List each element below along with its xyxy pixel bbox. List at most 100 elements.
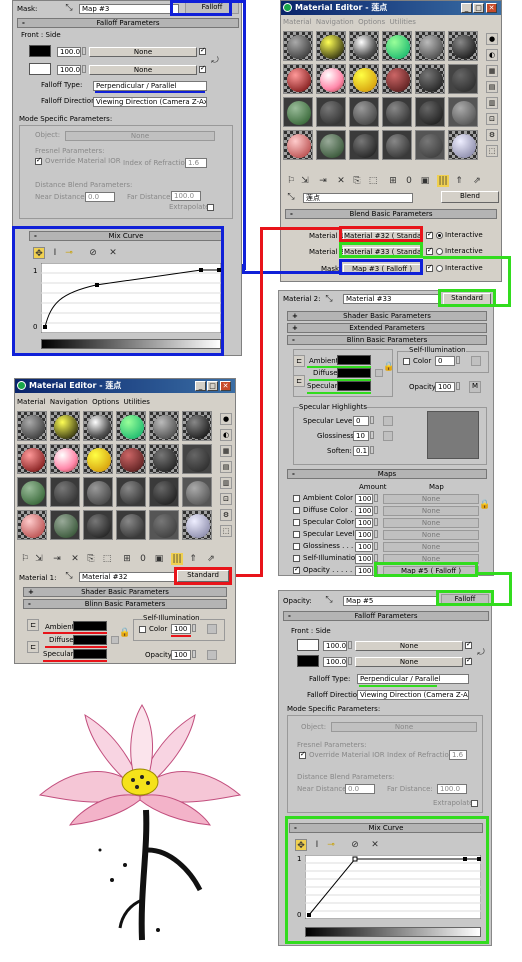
sample-slot[interactable] [382,31,412,61]
sample-slot[interactable] [349,64,379,94]
go-sibling-icon[interactable]: ⇗ [471,175,483,187]
shader-basic-header[interactable]: + Shader Basic Parameters [287,311,487,321]
video-color-icon[interactable]: ▥ [486,97,498,109]
self-illum-spinner[interactable] [456,356,460,364]
self-illum-map-button[interactable] [471,356,481,366]
make-unique-icon[interactable]: ⬚ [367,175,379,187]
material-id-icon[interactable]: 0 [137,553,149,565]
sample-slot[interactable] [83,411,113,441]
front-color-swatch[interactable] [297,639,319,651]
diffuse-swatch[interactable] [337,368,371,378]
menu-options[interactable]: Options [358,18,385,26]
object-pick-button[interactable]: None [331,722,477,732]
sample-slot[interactable] [50,477,80,507]
sample-slot[interactable] [382,97,412,127]
blinn-basic-header[interactable]: - Blinn Basic Parameters [23,599,227,609]
side-amount-spinner[interactable] [82,65,86,73]
sample-slot[interactable] [149,510,179,540]
sample-slot[interactable] [415,97,445,127]
lock-ambient-icon[interactable]: ⊏ [27,619,39,631]
map-row-amount[interactable]: 100 [355,542,373,552]
shader-basic-header[interactable]: + Shader Basic Parameters [23,587,227,597]
copy-material-icon[interactable]: ⎘ [85,553,97,565]
side-color-swatch[interactable] [297,655,319,667]
map-row-amount[interactable]: 100 [355,518,373,528]
map-row-checkbox[interactable] [293,555,300,562]
override-ior-checkbox[interactable] [299,750,306,759]
lock-icon[interactable]: 🔒 [119,627,131,639]
opacity-spinner[interactable] [192,650,196,658]
put-to-scene-icon[interactable]: ⇲ [299,175,311,187]
sample-slot[interactable] [116,477,146,507]
sample-slot[interactable] [283,31,313,61]
backlight-icon[interactable]: ◐ [486,49,498,61]
far-distance-field[interactable]: 100.0 [437,784,467,794]
ambient-swatch[interactable] [73,621,107,631]
sample-slot[interactable] [182,510,212,540]
near-distance-field[interactable]: 0.0 [345,784,375,794]
material2-interactive-radio[interactable] [436,248,443,255]
put-to-scene-icon[interactable]: ⇲ [33,553,45,565]
pick-material-icon[interactable]: ⤡ [63,2,75,14]
soften-field[interactable]: 0.1 [353,446,369,456]
falloff-direction-dropdown[interactable]: Viewing Direction (Camera Z-Axis) [93,97,207,107]
ior-field[interactable]: 1.6 [449,750,467,760]
map-row-map-button[interactable]: None [383,506,479,516]
blinn-basic-header[interactable]: - Blinn Basic Parameters [287,335,487,345]
minimize-button[interactable]: _ [461,3,472,13]
diffuse-map-button[interactable] [375,369,383,377]
sample-type-icon[interactable]: ● [220,413,232,425]
show-map-icon[interactable]: ▣ [153,553,165,565]
sample-slot[interactable] [349,31,379,61]
close-button[interactable]: ✕ [486,3,497,13]
go-parent-icon[interactable]: ⇑ [187,553,199,565]
side-amount-spinner[interactable] [348,657,352,665]
put-library-icon[interactable]: ⊞ [121,553,133,565]
maps-lock-icon[interactable]: 🔒 [479,499,491,511]
reset-map-icon[interactable]: ✕ [69,553,81,565]
sample-slot[interactable] [283,130,313,160]
side-map-button[interactable]: None [355,657,463,667]
opacity-value[interactable]: 100 [435,382,455,392]
map-row-map-button[interactable]: None [383,530,479,540]
map-row-amount[interactable]: 100 [355,530,373,540]
uv-tiling-icon[interactable]: ▤ [486,81,498,93]
sample-slot[interactable] [283,97,313,127]
assign-material-icon[interactable]: ⇥ [51,553,63,565]
map-row-amount[interactable]: 100 [355,554,373,564]
opacity-spinner[interactable] [456,382,460,390]
map-row-spinner[interactable] [374,530,378,538]
map-row-checkbox[interactable] [293,543,300,550]
sample-slot[interactable] [349,97,379,127]
sample-slot[interactable] [116,411,146,441]
copy-material-icon[interactable]: ⎘ [351,175,363,187]
sample-slot[interactable] [17,444,47,474]
extrapolate-checkbox[interactable] [471,800,478,807]
sample-slot[interactable] [182,477,212,507]
close-button[interactable]: ✕ [220,381,231,391]
falloff-direction-dropdown[interactable]: Viewing Direction (Camera Z-Axis) [357,690,469,700]
sample-slot[interactable] [17,477,47,507]
put-library-icon[interactable]: ⊞ [387,175,399,187]
soften-spinner[interactable] [370,446,374,454]
map-row-amount[interactable]: 100 [355,566,373,576]
get-material-icon[interactable]: ⚐ [285,175,297,187]
falloff-type-dropdown[interactable]: Perpendicular / Parallel [357,674,469,684]
sample-slot[interactable] [50,510,80,540]
blend-type-button[interactable]: Blend [441,191,499,203]
map-row-amount[interactable]: 100 [355,494,373,504]
side-amount[interactable]: 100.0 [57,65,81,75]
uv-tiling-icon[interactable]: ▤ [220,461,232,473]
make-preview-icon[interactable]: ⊡ [486,113,498,125]
menu-material[interactable]: Material [17,398,45,406]
options-icon[interactable]: ⚙ [220,509,232,521]
far-distance-field[interactable]: 100.0 [171,191,201,201]
front-map-toggle[interactable] [199,46,206,55]
sample-slot[interactable] [149,411,179,441]
menu-utilities[interactable]: Utilities [390,18,416,26]
opacity-map-button[interactable] [207,650,217,660]
mask-interactive-radio[interactable] [436,265,443,272]
sample-slot[interactable] [17,411,47,441]
sample-slot[interactable] [283,64,313,94]
lock-icon[interactable]: 🔒 [383,361,395,373]
